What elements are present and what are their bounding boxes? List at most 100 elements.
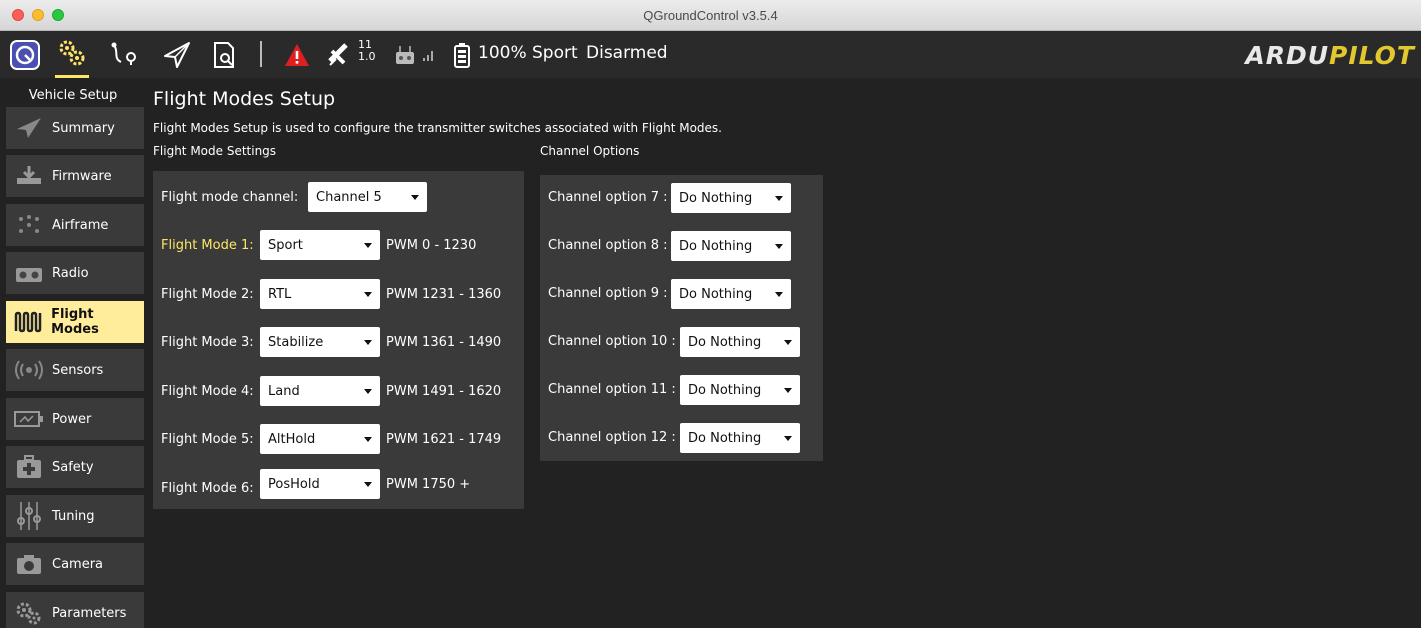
channel-option-11-select[interactable]: Do Nothing	[680, 375, 800, 405]
battery-icon[interactable]	[452, 31, 472, 78]
channel-option-7-select[interactable]: Do Nothing	[671, 183, 791, 213]
flight-mode-2-select[interactable]: RTL	[260, 279, 380, 309]
sidebar-item-firmware[interactable]: Firmware	[6, 155, 144, 197]
flight-mode-4-pwm: PWM 1491 - 1620	[386, 384, 502, 399]
select-value: AltHold	[268, 431, 316, 447]
sidebar-item-label: Power	[52, 411, 92, 427]
sidebar-item-tuning[interactable]: Tuning	[6, 495, 144, 537]
select-value: PosHold	[268, 476, 320, 492]
chevron-down-icon	[364, 243, 372, 248]
chevron-down-icon	[364, 437, 372, 442]
rc-transmitter-icon[interactable]	[392, 31, 418, 78]
fly-view-paper-plane-icon[interactable]	[160, 31, 194, 78]
select-value: Land	[268, 383, 300, 399]
gps-satellite-icon[interactable]	[324, 31, 356, 78]
channel-option-10-label: Channel option 10 :	[548, 334, 676, 349]
flight-mode-5-label: Flight Mode 5:	[161, 432, 254, 447]
flight-mode-5-select[interactable]: AltHold	[260, 424, 380, 454]
logo-text-pilot: PILOT	[1329, 41, 1415, 70]
flight-mode-3-label: Flight Mode 3:	[161, 335, 254, 350]
chevron-down-icon	[364, 482, 372, 487]
radio-icon	[6, 252, 52, 294]
sidebar-item-label: Tuning	[52, 508, 95, 524]
sidebar-item-label: Parameters	[52, 605, 127, 621]
download-icon	[6, 155, 52, 197]
sidebar-item-airframe[interactable]: Airframe	[6, 204, 144, 246]
sidebar-item-sensors[interactable]: Sensors	[6, 349, 144, 391]
channel-options-panel: Channel option 7 : Do Nothing Channel op…	[540, 175, 823, 461]
sidebar-header: Vehicle Setup	[28, 88, 118, 103]
window-titlebar: QGroundControl v3.5.4	[0, 0, 1421, 31]
flight-mode-5-pwm: PWM 1621 - 1749	[386, 432, 502, 447]
flight-mode-6-pwm: PWM 1750 +	[386, 477, 471, 492]
channel-option-10-select[interactable]: Do Nothing	[680, 327, 800, 357]
plan-route-icon[interactable]	[107, 31, 141, 78]
sidebar-item-label: Firmware	[52, 168, 112, 184]
chevron-down-icon	[784, 340, 792, 345]
flight-mode-channel-select[interactable]: Channel 5	[308, 182, 427, 212]
vehicle-setup-gears-icon[interactable]	[55, 31, 89, 78]
sidebar-item-flight-modes[interactable]: Flight Modes	[6, 301, 144, 343]
flight-mode-indicator[interactable]: Sport	[532, 43, 578, 63]
paper-plane-icon	[6, 107, 52, 149]
sidebar-item-label: Summary	[52, 120, 115, 136]
chevron-down-icon	[364, 340, 372, 345]
select-value: Do Nothing	[679, 190, 753, 206]
channel-option-9-label: Channel option 9 :	[548, 286, 668, 301]
select-value: Do Nothing	[679, 238, 753, 254]
select-value: RTL	[268, 286, 292, 302]
sidebar-item-summary[interactable]: Summary	[6, 107, 144, 149]
flight-modes-icon	[6, 301, 51, 343]
channel-option-7-label: Channel option 7 :	[548, 190, 668, 205]
flight-mode-1-select[interactable]: Sport	[260, 230, 380, 260]
channel-option-12-label: Channel option 12 :	[548, 430, 676, 445]
flight-mode-6-select[interactable]: PosHold	[260, 469, 380, 499]
sidebar-item-power[interactable]: Power	[6, 398, 144, 440]
flight-mode-3-select[interactable]: Stabilize	[260, 327, 380, 357]
flight-mode-3-pwm: PWM 1361 - 1490	[386, 335, 502, 350]
sidebar-item-parameters[interactable]: Parameters	[6, 592, 144, 628]
sidebar-item-radio[interactable]: Radio	[6, 252, 144, 294]
page-title: Flight Modes Setup	[153, 88, 336, 110]
qgc-logo-icon[interactable]	[8, 31, 42, 78]
channel-option-8-label: Channel option 8 :	[548, 238, 668, 253]
chevron-down-icon	[784, 388, 792, 393]
channel-options-title: Channel Options	[540, 144, 640, 158]
sidebar-item-label: Camera	[52, 556, 104, 572]
window-title: QGroundControl v3.5.4	[643, 8, 778, 23]
flight-mode-settings-title: Flight Mode Settings	[153, 144, 277, 158]
page-description: Flight Modes Setup is used to configure …	[153, 121, 722, 135]
flight-mode-2-label: Flight Mode 2:	[161, 287, 254, 302]
channel-option-8-select[interactable]: Do Nothing	[671, 231, 791, 261]
warning-icon[interactable]	[282, 31, 312, 78]
sidebar-item-camera[interactable]: Camera	[6, 543, 144, 585]
chevron-down-icon	[364, 389, 372, 394]
select-value: Do Nothing	[679, 286, 753, 302]
select-value: Do Nothing	[688, 334, 762, 350]
camera-icon	[6, 543, 52, 585]
sidebar-item-label: Flight Modes	[51, 307, 99, 337]
channel-option-12-select[interactable]: Do Nothing	[680, 423, 800, 453]
sidebar-item-safety[interactable]: Safety	[6, 446, 144, 488]
arm-state-indicator[interactable]: Disarmed	[586, 43, 668, 63]
sidebar-item-label: Sensors	[52, 362, 104, 378]
toolbar-divider	[260, 41, 262, 67]
chevron-down-icon	[775, 244, 783, 249]
select-value: Do Nothing	[688, 430, 762, 446]
analyze-document-icon[interactable]	[207, 31, 241, 78]
flight-mode-settings-panel: Flight mode channel: Channel 5 Flight Mo…	[153, 171, 524, 509]
chevron-down-icon	[411, 195, 419, 200]
chevron-down-icon	[775, 292, 783, 297]
flight-mode-2-pwm: PWM 1231 - 1360	[386, 287, 502, 302]
channel-option-9-select[interactable]: Do Nothing	[671, 279, 791, 309]
flight-mode-1-label: Flight Mode 1:	[161, 238, 254, 253]
logo-text-ardu: ARDU	[1245, 41, 1330, 70]
flight-mode-6-label: Flight Mode 6:	[161, 481, 254, 496]
channel-option-11-label: Channel option 11 :	[548, 382, 676, 397]
flight-mode-4-select[interactable]: Land	[260, 376, 380, 406]
sliders-icon	[6, 495, 52, 537]
select-value: Channel 5	[316, 189, 382, 205]
chevron-down-icon	[784, 436, 792, 441]
sidebar-item-label: Airframe	[52, 217, 109, 233]
chevron-down-icon	[364, 292, 372, 297]
